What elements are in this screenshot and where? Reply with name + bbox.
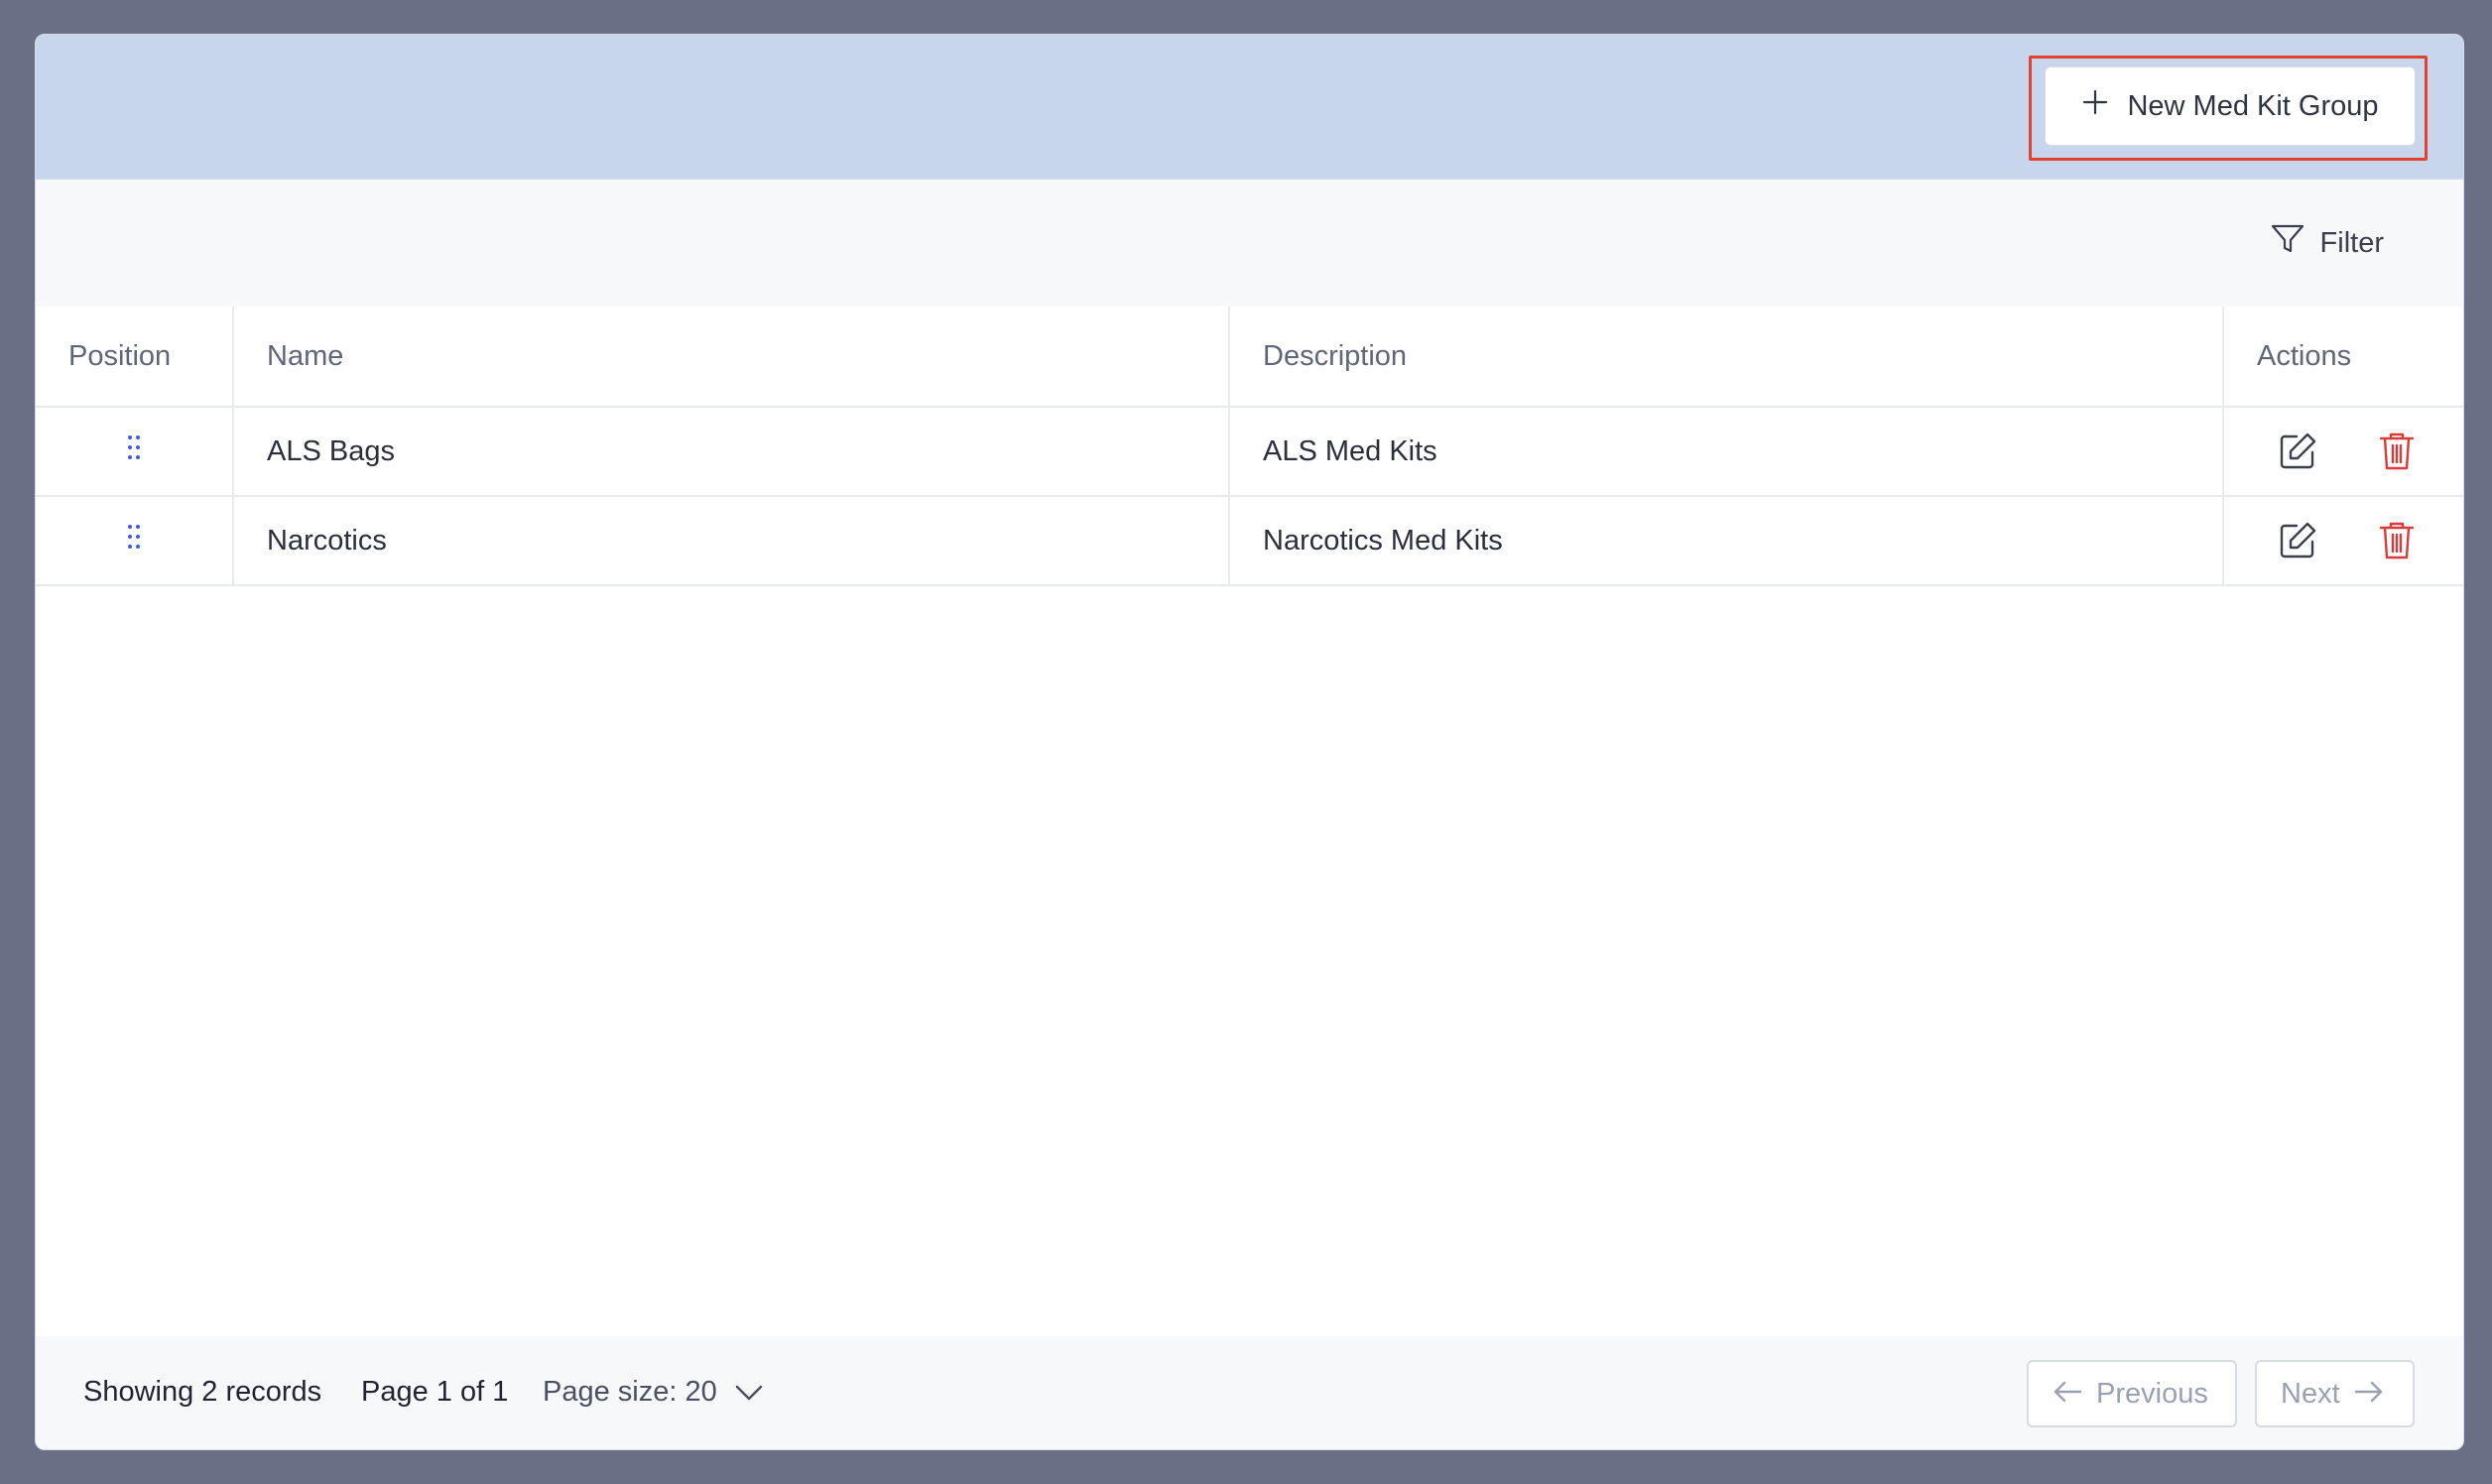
next-button[interactable]: Next: [2255, 1360, 2415, 1427]
page-size-select[interactable]: Page size: 20: [543, 1376, 763, 1409]
table-header-row: Position Name Description Actions: [36, 307, 2463, 408]
column-header-actions: Actions: [2223, 307, 2463, 408]
table-toolbar: Filter: [36, 180, 2463, 307]
description-cell: Narcotics Med Kits: [1229, 496, 2224, 586]
actions-cell: [2223, 496, 2463, 586]
drag-handle-icon[interactable]: [127, 434, 141, 468]
edit-icon[interactable]: [2274, 428, 2321, 475]
actions-cell: [2223, 407, 2463, 497]
delete-icon[interactable]: [2373, 517, 2421, 564]
table-row[interactable]: ALS Bags ALS Med Kits: [36, 407, 2463, 497]
table-row[interactable]: Narcotics Narcotics Med Kits: [36, 496, 2463, 586]
chevron-down-icon: [735, 1376, 763, 1409]
previous-button[interactable]: Previous: [2027, 1360, 2237, 1427]
med-kit-groups-table: Position Name Description Actions ALS Ba…: [36, 307, 2463, 586]
filter-button[interactable]: Filter: [2271, 223, 2384, 263]
column-header-description[interactable]: Description: [1229, 307, 2224, 408]
panel-header: New Med Kit Group: [36, 35, 2463, 180]
column-header-name[interactable]: Name: [233, 307, 1230, 408]
table-footer: Showing 2 records Page 1 of 1 Page size:…: [36, 1336, 2463, 1449]
page-size-label: Page size: 20: [543, 1376, 717, 1408]
filter-label: Filter: [2319, 226, 2384, 259]
new-button-label: New Med Kit Group: [2127, 89, 2379, 122]
arrow-left-icon: [2053, 1378, 2082, 1411]
edit-icon[interactable]: [2274, 517, 2321, 564]
name-cell: Narcotics: [233, 496, 1230, 586]
name-cell: ALS Bags: [233, 407, 1230, 497]
new-med-kit-group-button[interactable]: New Med Kit Group: [2045, 66, 2416, 146]
column-header-position[interactable]: Position: [36, 307, 234, 408]
description-cell: ALS Med Kits: [1229, 407, 2224, 497]
position-cell: [36, 407, 234, 497]
next-label: Next: [2281, 1377, 2340, 1410]
arrow-right-icon: [2354, 1378, 2384, 1411]
position-cell: [36, 496, 234, 586]
page-indicator: Page 1 of 1: [361, 1376, 509, 1408]
records-count: Showing 2 records: [83, 1376, 322, 1408]
drag-handle-icon[interactable]: [127, 524, 141, 557]
plus-icon: [2081, 88, 2109, 124]
previous-label: Previous: [2096, 1377, 2208, 1410]
med-kit-groups-panel: New Med Kit Group Filter Position Name D…: [35, 34, 2464, 1450]
delete-icon[interactable]: [2373, 428, 2421, 475]
filter-icon: [2271, 223, 2305, 263]
